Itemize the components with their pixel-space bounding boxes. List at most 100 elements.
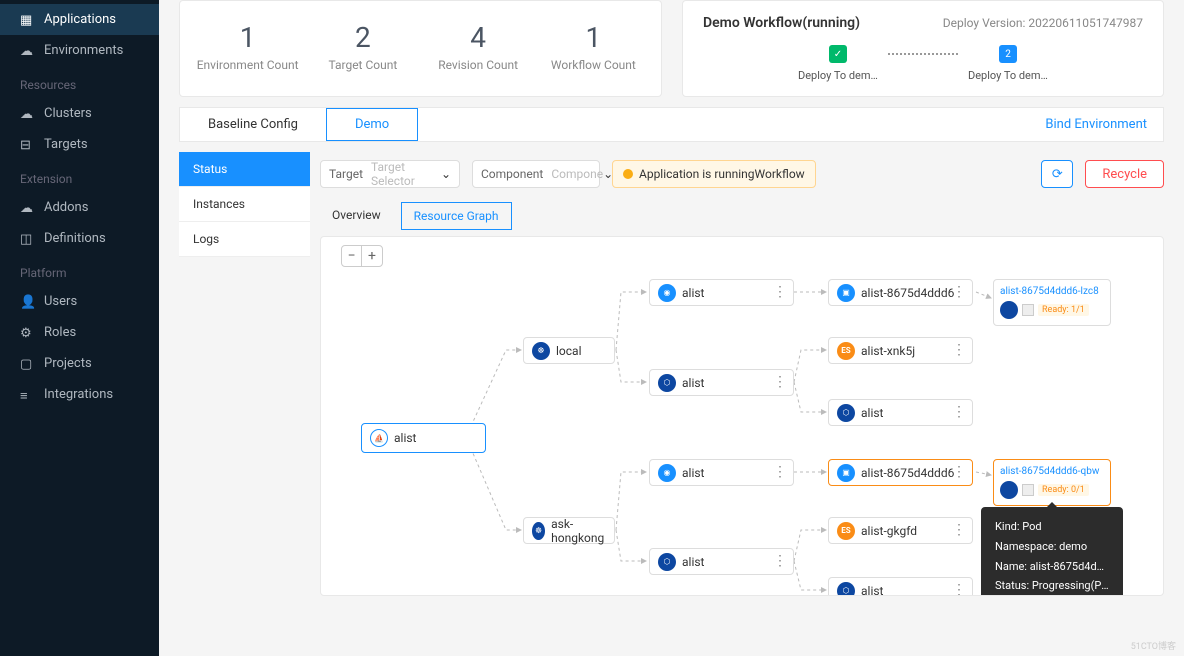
container-icon <box>1022 484 1034 496</box>
recycle-button[interactable]: Recycle <box>1085 160 1164 188</box>
sidebar-item-environments[interactable]: ☁ Environments <box>0 35 159 66</box>
graph-node-cluster-hk[interactable]: ☸ ask-hongkong <box>523 517 615 544</box>
bind-environment-button[interactable]: Bind Environment <box>1029 109 1163 140</box>
user-icon: 👤 <box>20 295 34 309</box>
replicaset-icon: ▣ <box>837 464 855 482</box>
more-icon[interactable]: ⋮ <box>773 374 787 390</box>
more-icon[interactable]: ⋮ <box>773 464 787 480</box>
graph-node[interactable]: ◉ alist ⋮ <box>649 459 794 486</box>
pod-icon <box>1000 481 1018 499</box>
sidebar-item-integrations[interactable]: ≡ Integrations <box>0 379 159 410</box>
target-selector[interactable]: Target Target Selector ⌄ <box>320 160 460 188</box>
graph-pod-node-highlighted[interactable]: alist-8675d4ddd6-qbw Ready: 0/1 <box>993 459 1111 506</box>
graph-node[interactable]: ES alist-xnk5j ⋮ <box>828 337 973 364</box>
view-tab-resource-graph[interactable]: Resource Graph <box>401 202 512 230</box>
warning-icon <box>623 169 633 179</box>
workflow-connector <box>888 53 958 55</box>
sidebar-item-targets[interactable]: ⊟ Targets <box>0 129 159 160</box>
more-icon[interactable]: ⋮ <box>952 284 966 300</box>
node-label: alist-8675d4ddd6 <box>861 466 954 480</box>
node-label: alist <box>682 555 704 569</box>
side-tab-logs[interactable]: Logs <box>179 222 310 257</box>
view-tab-overview[interactable]: Overview <box>320 202 393 230</box>
more-icon[interactable]: ⋮ <box>952 464 966 480</box>
sidebar-item-definitions[interactable]: ◫ Definitions <box>0 223 159 254</box>
sidebar-item-label: Projects <box>44 356 92 371</box>
sidebar-item-label: Addons <box>44 200 88 215</box>
tab-baseline-config[interactable]: Baseline Config <box>180 109 326 140</box>
sidebar-item-applications[interactable]: ▦ Applications <box>0 4 159 35</box>
graph-node-cluster-local[interactable]: ☸ local <box>523 337 615 364</box>
node-label: alist <box>682 286 704 300</box>
refresh-icon: ⟳ <box>1052 167 1063 182</box>
graph-node[interactable]: ⬡ alist ⋮ <box>649 548 794 575</box>
graph-node[interactable]: ⬡ alist ⋮ <box>828 577 973 596</box>
component-selector[interactable]: Component Compone ⌄ <box>472 160 600 188</box>
resource-graph[interactable]: − + <box>320 236 1164 596</box>
workload-icon: ⬡ <box>837 404 855 422</box>
workload-icon: ⬡ <box>658 374 676 392</box>
more-icon[interactable]: ⋮ <box>952 404 966 420</box>
disk-icon: ⊟ <box>20 138 34 152</box>
graph-node-root[interactable]: ⛵ alist <box>361 423 486 453</box>
ship-icon: ⛵ <box>370 429 388 447</box>
side-tab-status[interactable]: Status <box>179 152 310 187</box>
tab-demo[interactable]: Demo <box>326 108 418 141</box>
sidebar-item-addons[interactable]: ☁ Addons <box>0 192 159 223</box>
stat-label: Target Count <box>305 58 420 72</box>
zoom-out-button[interactable]: − <box>342 246 362 266</box>
side-tab-instances[interactable]: Instances <box>179 187 310 222</box>
graph-pod-node[interactable]: alist-8675d4ddd6-lzc8 Ready: 1/1 <box>993 279 1111 326</box>
sidebar-item-clusters[interactable]: ☁ Clusters <box>0 98 159 129</box>
refresh-button[interactable]: ⟳ <box>1041 160 1073 188</box>
node-label: alist <box>394 431 416 445</box>
node-label: alist-gkgfd <box>861 524 917 538</box>
node-label: alist-xnk5j <box>861 344 915 358</box>
pod-name: alist-8675d4ddd6-lzc8 <box>1000 286 1104 297</box>
stat-value: 1 <box>190 21 305 54</box>
gear-icon: ⚙ <box>20 326 34 340</box>
pod-icon <box>1000 301 1018 319</box>
sidebar-section-resources: Resources <box>0 66 159 98</box>
workflow-step-2[interactable]: 2 Deploy To demo-ho... <box>968 45 1048 82</box>
layers-icon: ◫ <box>20 232 34 246</box>
stat-workflow: 1 Workflow Count <box>536 21 651 76</box>
cloud-icon: ☁ <box>20 201 34 215</box>
workflow-title: Demo Workflow(running) <box>703 15 860 31</box>
more-icon[interactable]: ⋮ <box>952 582 966 596</box>
cloud-icon: ☁ <box>20 44 34 58</box>
graph-node[interactable]: ⬡ alist ⋮ <box>649 369 794 396</box>
workflow-step-label: Deploy To demo-ho... <box>968 69 1048 82</box>
workload-icon: ⬡ <box>837 582 855 597</box>
sidebar-item-roles[interactable]: ⚙ Roles <box>0 317 159 348</box>
more-icon[interactable]: ⋮ <box>952 522 966 538</box>
graph-node[interactable]: ES alist-gkgfd ⋮ <box>828 517 973 544</box>
more-icon[interactable]: ⋮ <box>773 284 787 300</box>
tooltip-kind: Kind: Pod <box>995 517 1109 537</box>
sidebar-section-platform: Platform <box>0 254 159 286</box>
watermark: 51CTO博客 <box>1131 639 1176 652</box>
stat-label: Environment Count <box>190 58 305 72</box>
es-icon: ES <box>837 342 855 360</box>
grid-icon: ▦ <box>20 13 34 27</box>
graph-node[interactable]: ▣ alist-8675d4ddd6 ⋮ <box>828 279 973 306</box>
graph-node-highlighted[interactable]: ▣ alist-8675d4ddd6 ⋮ <box>828 459 973 486</box>
replicaset-icon: ▣ <box>837 284 855 302</box>
more-icon[interactable]: ⋮ <box>952 342 966 358</box>
step-number-icon: 2 <box>999 45 1017 63</box>
sidebar-item-users[interactable]: 👤 Users <box>0 286 159 317</box>
pod-ready-badge: Ready: 1/1 <box>1038 304 1089 316</box>
stats-card: 1 Environment Count 2 Target Count 4 Rev… <box>179 0 662 97</box>
more-icon[interactable]: ⋮ <box>773 553 787 569</box>
stat-value: 1 <box>536 21 651 54</box>
deploy-icon: ◉ <box>658 284 676 302</box>
graph-node[interactable]: ⬡ alist ⋮ <box>828 399 973 426</box>
workflow-card: Demo Workflow(running) Deploy Version: 2… <box>682 0 1164 97</box>
graph-node[interactable]: ◉ alist ⋮ <box>649 279 794 306</box>
sidebar-section-extension: Extension <box>0 160 159 192</box>
zoom-in-button[interactable]: + <box>362 246 382 266</box>
select-label: Component <box>481 167 543 181</box>
sidebar-item-label: Definitions <box>44 231 106 246</box>
workflow-step-1[interactable]: ✓ Deploy To demo-be... <box>798 45 878 82</box>
sidebar-item-projects[interactable]: ▢ Projects <box>0 348 159 379</box>
